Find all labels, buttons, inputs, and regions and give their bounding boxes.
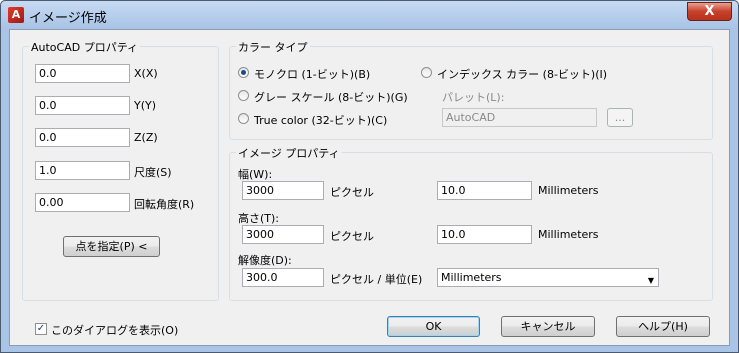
x-input[interactable]: 0.0	[35, 64, 130, 83]
show-dialog-checkbox[interactable]: ✓	[35, 323, 47, 335]
resolution-unit-label: ピクセル / 単位(E)	[330, 273, 423, 286]
height-pixels-input[interactable]: 3000	[242, 225, 324, 244]
window-title: イメージ作成	[29, 11, 107, 26]
height-mm-unit: Millimeters	[538, 228, 599, 241]
cancel-button[interactable]: キャンセル	[501, 316, 595, 337]
dialog-client-area: AutoCAD プロパティ 0.0 X(X) 0.0 Y(Y) 0.0 Z(Z)…	[9, 29, 730, 346]
resolution-unit-select[interactable]: Millimeters ▼	[437, 268, 659, 287]
z-input[interactable]: 0.0	[35, 128, 130, 147]
pick-point-button[interactable]: 点を指定(P) <	[63, 236, 160, 257]
palette-input[interactable]: AutoCAD	[442, 108, 597, 127]
monochrome-radio[interactable]	[238, 67, 249, 78]
height-label: 高さ(T):	[238, 212, 280, 225]
palette-browse-button[interactable]: ...	[607, 108, 633, 127]
palette-label: パレット(L):	[442, 91, 505, 104]
title-bar[interactable]: A イメージ作成 X	[1, 1, 738, 29]
dialog-window: A イメージ作成 X AutoCAD プロパティ 0.0 X(X) 0.0 Y(…	[0, 0, 739, 353]
height-pixels-unit: ピクセル	[330, 230, 374, 243]
width-pixels-input[interactable]: 3000	[242, 181, 324, 200]
monochrome-label: モノクロ (1-ビット)(B)	[254, 68, 371, 81]
y-label: Y(Y)	[134, 99, 157, 112]
close-button[interactable]: X	[687, 2, 732, 21]
rotation-input[interactable]: 0.00	[35, 193, 130, 212]
autocad-properties-title: AutoCAD プロパティ	[29, 39, 141, 55]
close-icon: X	[704, 4, 715, 19]
width-label: 幅(W):	[238, 168, 273, 181]
grayscale-radio[interactable]	[238, 90, 249, 101]
chevron-down-icon: ▼	[647, 276, 654, 285]
z-label: Z(Z)	[134, 131, 158, 144]
resolution-unit-value: Millimeters	[441, 271, 502, 284]
height-mm-input[interactable]: 10.0	[437, 225, 532, 244]
width-mm-unit: Millimeters	[538, 184, 599, 197]
grayscale-label: グレー スケール (8-ビット)(G)	[254, 91, 408, 104]
y-input[interactable]: 0.0	[35, 96, 130, 115]
autocad-app-icon: A	[8, 7, 24, 23]
scale-input[interactable]: 1.0	[35, 161, 130, 180]
rotation-label: 回転角度(R)	[134, 198, 195, 211]
show-dialog-label: このダイアログを表示(O)	[51, 324, 179, 337]
color-type-title: カラー タイプ	[236, 39, 310, 55]
resolution-input[interactable]: 300.0	[242, 268, 324, 287]
x-label: X(X)	[134, 67, 158, 80]
scale-label: 尺度(S)	[134, 166, 172, 179]
width-mm-input[interactable]: 10.0	[437, 181, 532, 200]
resolution-label: 解像度(D):	[238, 254, 292, 267]
help-button[interactable]: ヘルプ(H)	[616, 316, 710, 337]
indexed-color-label: インデックス カラー (8-ビット)(I)	[437, 68, 608, 81]
truecolor-label: True color (32-ビット)(C)	[254, 114, 388, 127]
image-properties-title: イメージ プロパティ	[236, 145, 342, 161]
indexed-color-radio[interactable]	[421, 67, 432, 78]
width-pixels-unit: ピクセル	[330, 186, 374, 199]
ok-button[interactable]: OK	[387, 316, 480, 337]
truecolor-radio[interactable]	[238, 113, 249, 124]
